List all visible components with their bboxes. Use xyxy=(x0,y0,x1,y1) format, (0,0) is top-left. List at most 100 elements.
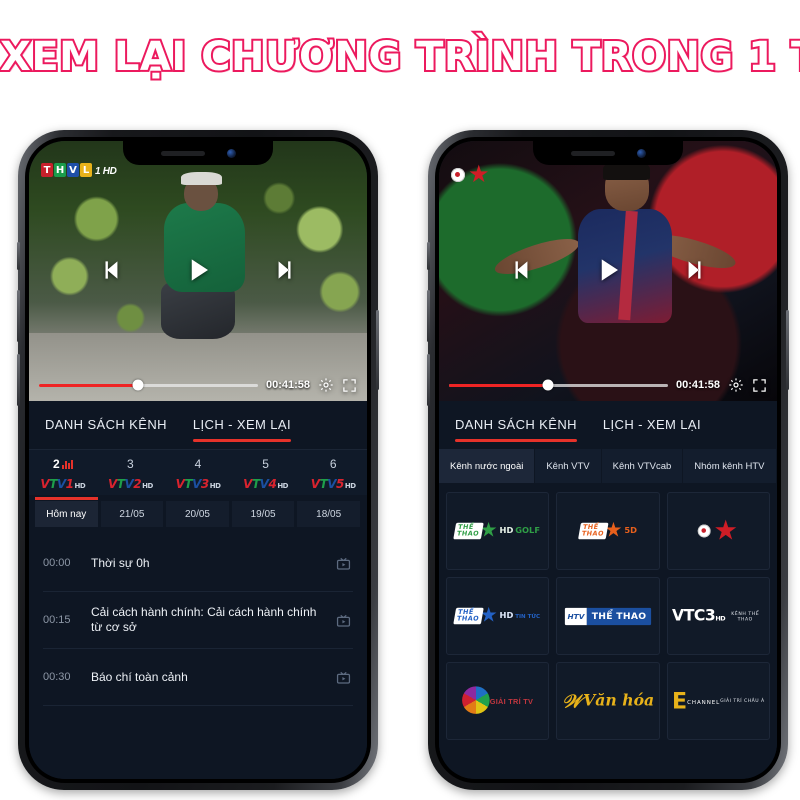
channel-item-vtv4[interactable]: 5 V T V 4 HD xyxy=(232,456,300,491)
vtc3-hd-logo-icon: VTC 3 HD KÊNH THỂ THAO xyxy=(672,607,765,625)
chip-nhom-kenh-htv[interactable]: Nhóm kênh HTV xyxy=(683,449,777,483)
gear-icon[interactable] xyxy=(728,377,744,393)
chip-kenh-nuoc-ngoai[interactable]: Kênh nước ngoài xyxy=(439,449,536,483)
channel-item-vtv3[interactable]: 4 V T V 3 HD xyxy=(164,456,232,491)
volume-up-button[interactable] xyxy=(17,290,20,342)
thvl-letter-l: L xyxy=(80,163,92,177)
tab-danh-sach-kenh[interactable]: DANH SÁCH KÊNH xyxy=(455,417,577,442)
vtv2-logo-icon: V T V 2 HD xyxy=(107,477,153,491)
page-title: XEM LẠI CHƯƠNG TRÌNH TRONG 1 TUẦN xyxy=(0,32,800,82)
table-row[interactable]: 00:30 Báo chí toàn cảnh xyxy=(43,649,353,706)
logo-suffix: HD xyxy=(499,611,514,621)
seek-bar[interactable] xyxy=(39,379,258,391)
mute-switch[interactable] xyxy=(17,242,20,270)
tv-replay-icon[interactable] xyxy=(334,668,353,687)
logo-line1: VTC xyxy=(671,606,705,626)
channel-item-vtv5[interactable]: 6 V T V 5 HD xyxy=(299,456,367,491)
thvl-letter-v: V xyxy=(67,163,79,177)
e-channel-logo-icon: E CHANNEL GIẢI TRÍ CHÂU Á xyxy=(672,690,765,712)
date-tab-2005[interactable]: 20/05 xyxy=(166,501,230,527)
date-tab-2105[interactable]: 21/05 xyxy=(100,501,165,527)
channel-number-row: 6 xyxy=(299,456,367,472)
power-button[interactable] xyxy=(786,310,789,390)
program-title: Báo chí toàn cảnh xyxy=(91,669,188,684)
channel-number: 4 xyxy=(194,457,202,471)
logo-wordmark: THỂ THAO xyxy=(453,522,485,540)
channel-bug-thvl: T H V L 1 HD xyxy=(41,163,117,177)
date-tab-1905[interactable]: 19/05 xyxy=(231,501,296,527)
giai-tri-tv-logo-icon: GIẢI TRÍ TV xyxy=(462,685,533,716)
volume-up-button[interactable] xyxy=(427,290,430,342)
date-tab-indicator xyxy=(35,497,98,500)
program-time: 00:00 xyxy=(43,557,71,569)
table-row[interactable]: 00:00 Thời sự 0h xyxy=(43,535,353,592)
app-content-left: DANH SÁCH KÊNH LỊCH - XEM LẠI 2 V T V 1 … xyxy=(29,401,367,779)
program-time: 00:30 xyxy=(43,671,71,683)
logo-extra: GOLF xyxy=(515,526,541,536)
main-tabs-left: DANH SÁCH KÊNH LỊCH - XEM LẠI xyxy=(29,401,367,449)
fullscreen-icon[interactable] xyxy=(342,378,357,393)
tab-lich-xem-lai[interactable]: LỊCH - XEM LẠI xyxy=(603,417,701,442)
table-row[interactable]: 00:15 Cải cách hành chính: Cải cách hành… xyxy=(43,592,353,649)
next-icon[interactable] xyxy=(271,257,297,283)
football-icon xyxy=(698,524,712,538)
channel-bug-the-thao-tv: ★ xyxy=(451,163,490,187)
channel-card-the-thao-tin-tuc[interactable]: THỂ THAO ★ HD TIN TỨC xyxy=(446,577,550,655)
channel-card-vtc3-hd[interactable]: VTC 3 HD KÊNH THỂ THAO xyxy=(666,577,770,655)
poster-canvas: XEM LẠI CHƯƠNG TRÌNH TRONG 1 TUẦN xyxy=(0,0,800,800)
date-tab-1805[interactable]: 18/05 xyxy=(297,501,361,527)
channel-card-the-thao-tv[interactable]: ★ xyxy=(666,492,770,570)
previous-icon[interactable] xyxy=(99,257,125,283)
date-tab-label: 19/05 xyxy=(250,509,276,520)
player-timestamp: 00:41:58 xyxy=(265,379,310,391)
seek-bar-handle[interactable] xyxy=(542,379,554,391)
wing-icon: 𝒲 xyxy=(561,689,582,713)
next-icon[interactable] xyxy=(681,257,707,283)
date-tab-today[interactable]: Hôm nay xyxy=(35,497,99,527)
channel-item-vtv1[interactable]: 2 V T V 1 HD xyxy=(29,456,97,491)
mute-switch[interactable] xyxy=(427,242,430,270)
logo-extra: TIN TỨC xyxy=(515,612,541,620)
tv-replay-icon[interactable] xyxy=(334,554,353,573)
volume-down-button[interactable] xyxy=(17,354,20,406)
tab-lich-xem-lai[interactable]: LỊCH - XEM LẠI xyxy=(192,417,291,442)
channel-card-e-channel[interactable]: E CHANNEL GIẢI TRÍ CHÂU Á xyxy=(666,662,770,740)
program-title: Thời sự 0h xyxy=(91,555,150,570)
video-player-left[interactable]: T H V L 1 HD 00:41:58 xyxy=(29,141,367,401)
star-icon: ★ xyxy=(468,161,490,188)
chip-kenh-vtv[interactable]: Kênh VTV xyxy=(535,449,602,483)
logo-main: VTC 3 HD xyxy=(671,606,726,626)
tv-replay-icon[interactable] xyxy=(334,611,353,630)
app-content-right: DANH SÁCH KÊNH LỊCH - XEM LẠI Kênh nước … xyxy=(439,401,777,779)
power-button[interactable] xyxy=(376,310,379,390)
program-list: 00:00 Thời sự 0h 00:15 Cải cách hành chí… xyxy=(29,535,367,706)
thvl-letter-h: H xyxy=(54,163,66,177)
player-progress-row-right: 00:41:58 xyxy=(439,377,777,393)
channel-card-the-thao-5d[interactable]: THỂ THAO ★ 5D xyxy=(556,492,660,570)
logo-line2: THỂ THAO xyxy=(587,607,652,625)
chip-kenh-vtvcab[interactable]: Kênh VTVcab xyxy=(601,449,684,483)
channel-card-giai-tri-tv[interactable]: GIẢI TRÍ TV xyxy=(446,662,550,740)
channel-item-vtv2[interactable]: 3 V T V 2 HD xyxy=(97,456,165,491)
gear-icon[interactable] xyxy=(318,377,334,393)
previous-icon[interactable] xyxy=(509,257,535,283)
fullscreen-icon[interactable] xyxy=(752,378,767,393)
video-player-right[interactable]: ★ 00:41:58 xyxy=(439,141,777,401)
channel-number: 5 xyxy=(262,457,269,471)
play-icon[interactable] xyxy=(183,255,213,285)
seek-bar[interactable] xyxy=(449,379,668,391)
channel-card-van-hoa[interactable]: 𝒲 Văn hóa xyxy=(556,662,660,740)
notch xyxy=(123,141,273,165)
van-hoa-logo-icon: 𝒲 Văn hóa xyxy=(562,690,654,712)
hd-badge: HD xyxy=(344,482,356,490)
video-subject-cap xyxy=(181,172,222,186)
phone-mockup-right: ★ 00:41:58 DANH SÁCH KÊNH LỊCH - XEM LẠI… xyxy=(427,130,789,790)
tab-danh-sach-kenh[interactable]: DANH SÁCH KÊNH xyxy=(45,417,167,442)
channel-card-htv-the-thao[interactable]: HTV THỂ THAO xyxy=(556,577,660,655)
seek-bar-handle[interactable] xyxy=(132,379,144,391)
channel-card-the-thao-golf[interactable]: THỂ THAO ★ HD GOLF xyxy=(446,492,550,570)
play-icon[interactable] xyxy=(593,255,623,285)
volume-down-button[interactable] xyxy=(427,354,430,406)
logo-line2: THAO xyxy=(456,530,481,538)
channel-number: 2 xyxy=(52,457,60,471)
